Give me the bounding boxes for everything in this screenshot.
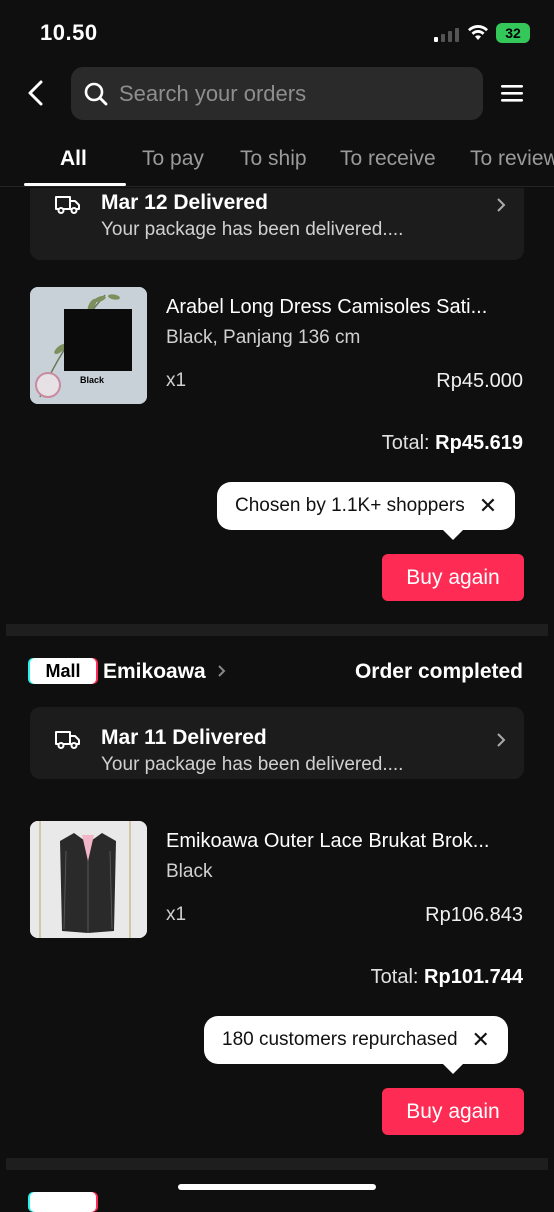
tabs-divider (0, 186, 554, 187)
chevron-right-icon (497, 198, 506, 212)
delivery-truck-icon (55, 196, 80, 214)
product-name[interactable]: Arabel Long Dress Camisoles Sati... (166, 296, 487, 319)
total-value: Rp45.619 (435, 432, 523, 454)
tab-all[interactable]: All (60, 147, 87, 171)
lace-outer-product-image (30, 821, 147, 938)
chevron-right-icon (217, 665, 225, 677)
social-proof-tooltip: Chosen by 1.1K+ shoppers ✕ (217, 482, 516, 530)
order-status: Order completed (354, 660, 523, 683)
hamburger-menu-icon[interactable] (500, 82, 524, 104)
tab-to-pay[interactable]: To pay (142, 147, 204, 171)
order-separator (6, 1158, 548, 1170)
dress-product-image (30, 287, 147, 404)
status-time: 10.50 (40, 20, 98, 45)
battery-level: 32 (505, 25, 521, 41)
tooltip-text: 180 customers repurchased (222, 1029, 458, 1050)
battery-icon: 32 (496, 23, 530, 43)
cellular-signal-icon (434, 28, 460, 42)
product-price: Rp106.843 (425, 904, 523, 926)
order-total: Total: Rp101.744 (371, 966, 523, 989)
product-quantity: x1 (166, 904, 187, 925)
delivery-subtitle: Your package has been delivered.... (101, 754, 404, 775)
search-placeholder: Search your orders (119, 80, 307, 106)
product-name[interactable]: Emikoawa Outer Lace Brukat Brok... (166, 830, 489, 853)
order-total: Total: Rp45.619 (382, 432, 523, 455)
home-indicator (178, 1184, 376, 1190)
tooltip-text: Chosen by 1.1K+ shoppers (235, 495, 465, 516)
buy-again-button[interactable]: Buy again (382, 554, 524, 601)
delivery-truck-icon (55, 731, 80, 749)
tooltip-arrow (443, 530, 463, 540)
total-value: Rp101.744 (424, 966, 523, 988)
chevron-right-icon (497, 733, 506, 747)
tab-to-receive[interactable]: To receive (340, 147, 436, 171)
mall-badge: Mall (30, 658, 96, 684)
product-price: Rp45.000 (436, 370, 523, 392)
search-input[interactable]: Search your orders (71, 67, 483, 120)
product-variant: Black, Panjang 136 cm (166, 327, 361, 348)
product-quantity: x1 (166, 370, 187, 391)
back-arrow-icon[interactable] (22, 78, 52, 108)
product-image[interactable]: Black (30, 287, 147, 404)
total-label: Total: (381, 432, 436, 454)
search-icon (84, 82, 108, 105)
delivery-title: Mar 12 Delivered (101, 191, 268, 214)
product-image[interactable] (30, 821, 147, 938)
tab-to-ship[interactable]: To ship (240, 147, 307, 171)
wifi-icon (468, 24, 488, 40)
social-proof-tooltip: 180 customers repurchased ✕ (204, 1016, 508, 1064)
mall-badge-partial (30, 1192, 96, 1212)
close-icon[interactable]: ✕ (472, 1027, 490, 1053)
tab-to-review[interactable]: To review (470, 147, 554, 171)
buy-again-button[interactable]: Buy again (382, 1088, 524, 1135)
tooltip-arrow (443, 1064, 463, 1074)
order-separator (6, 624, 548, 636)
total-label: Total: (370, 966, 425, 988)
store-name-link[interactable]: Emikoawa (103, 660, 228, 684)
image-caption: Black (80, 375, 105, 385)
store-name: Emikoawa (103, 660, 206, 683)
product-variant: Black (166, 861, 213, 882)
delivery-subtitle: Your package has been delivered.... (101, 219, 404, 240)
delivery-title: Mar 11 Delivered (101, 726, 267, 749)
close-icon[interactable]: ✕ (479, 493, 497, 519)
